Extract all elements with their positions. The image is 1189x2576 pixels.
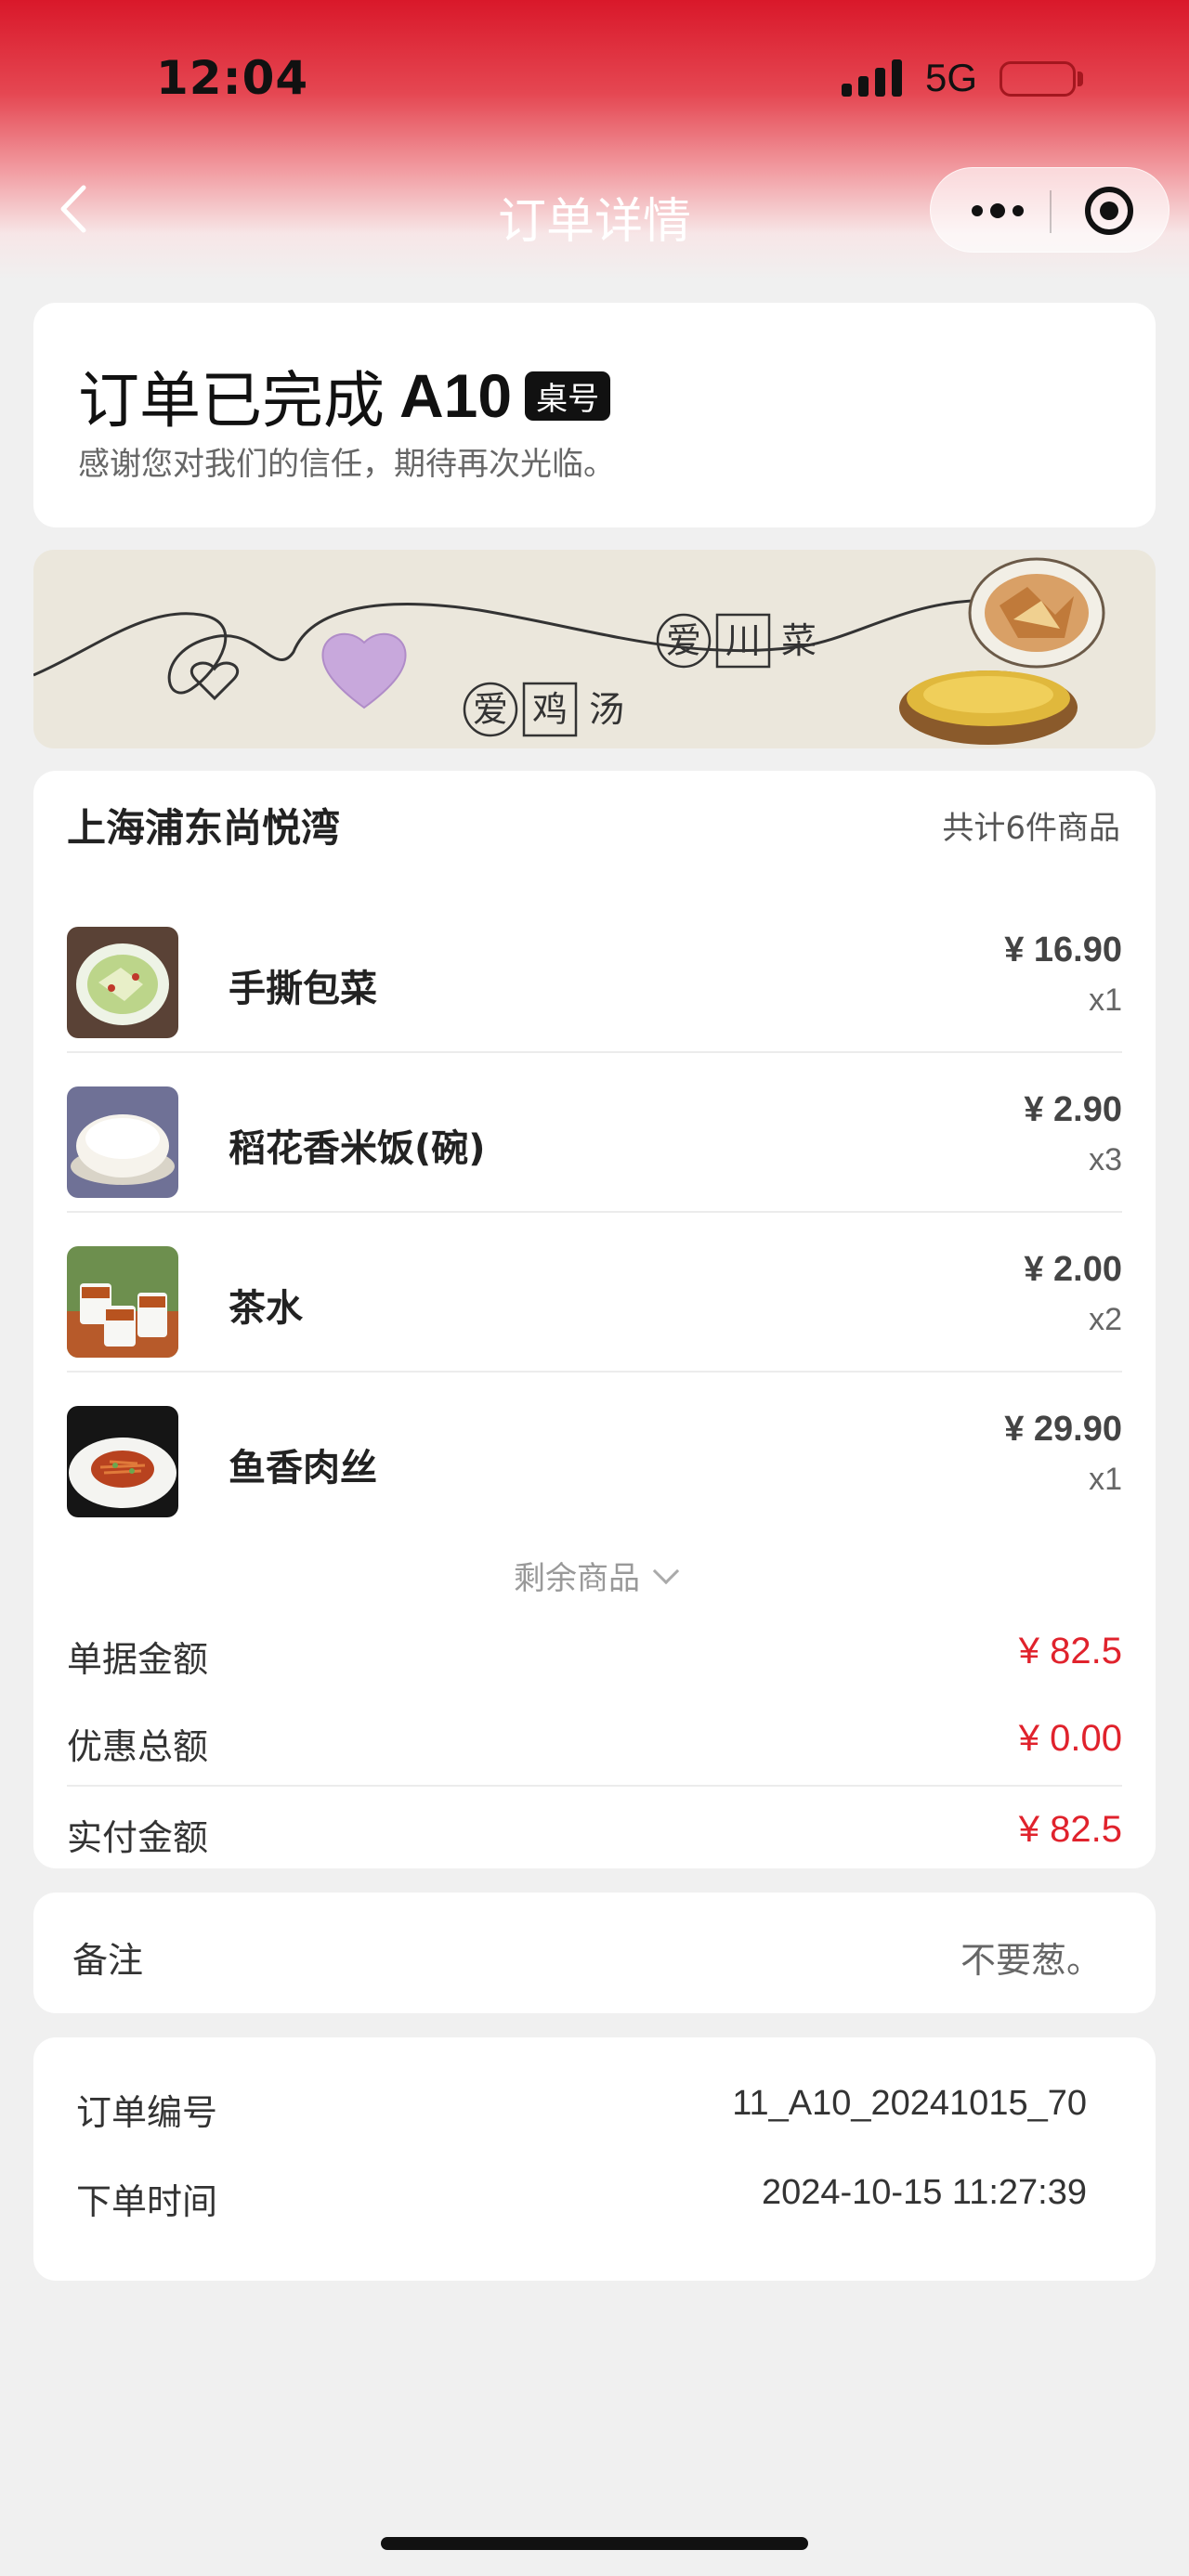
order-time-row: 下单时间 2024-10-15 11:27:39 xyxy=(76,2145,1131,2222)
summary-label: 优惠总额 xyxy=(67,1726,209,1767)
banner-char: 爱 xyxy=(473,689,508,730)
summary-value: ¥ 82.5 xyxy=(1018,1809,1122,1850)
capsule-divider xyxy=(1050,190,1052,233)
store-name: 上海浦东尚悦湾 xyxy=(67,805,341,851)
item-price: ¥ 29.90 xyxy=(1004,1410,1122,1449)
summary-row-paid: 实付金额 ¥ 82.5 xyxy=(67,1789,1122,1878)
more-dots-icon[interactable] xyxy=(960,168,1035,254)
order-items-card: 上海浦东尚悦湾 共计6件商品 手撕包菜 ¥ 16.90 x1 稻花香米饭(碗) … xyxy=(33,771,1156,1868)
summary-value: ¥ 0.00 xyxy=(1018,1718,1122,1759)
dish-plate-illustration xyxy=(968,557,1105,669)
list-item[interactable]: 手撕包菜 ¥ 16.90 x1 xyxy=(67,893,1122,1053)
order-info-card: 订单编号 11_A10_20241015_70 下单时间 2024-10-15 … xyxy=(33,2037,1156,2281)
order-time-label: 下单时间 xyxy=(76,2181,218,2222)
summary-value: ¥ 82.5 xyxy=(1018,1631,1122,1672)
list-item[interactable]: 鱼香肉丝 ¥ 29.90 x1 xyxy=(67,1373,1122,1532)
list-item[interactable]: 茶水 ¥ 2.00 x2 xyxy=(67,1213,1122,1373)
heart-icon xyxy=(321,632,407,709)
order-number-label: 订单编号 xyxy=(76,2092,218,2133)
battery-icon xyxy=(1000,61,1076,97)
order-status-text: 订单已完成 xyxy=(78,365,385,436)
order-status-heading: 订单已完成 A10 桌号 xyxy=(78,351,611,440)
item-name: 稻花香米饭(碗) xyxy=(229,1127,486,1170)
chevron-down-icon xyxy=(652,1557,680,1584)
more-items-label: 剩余商品 xyxy=(514,1560,640,1597)
item-name: 茶水 xyxy=(229,1287,303,1330)
status-time: 12:04 xyxy=(156,51,309,105)
summary-row-bill: 单据金额 ¥ 82.5 xyxy=(67,1610,1122,1699)
item-quantity: x1 xyxy=(1089,982,1122,1018)
banner-char: 鸡 xyxy=(532,689,568,730)
dish-thumbnail xyxy=(67,1086,178,1198)
remark-label: 备注 xyxy=(72,1940,144,1981)
item-name: 鱼香肉丝 xyxy=(229,1447,377,1490)
item-quantity: x1 xyxy=(1089,1462,1122,1497)
banner-char: 汤 xyxy=(589,689,624,730)
order-number-row: 订单编号 11_A10_20241015_70 xyxy=(76,2056,1131,2133)
item-quantity: x2 xyxy=(1089,1302,1122,1337)
summary-row-discount: 优惠总额 ¥ 0.00 xyxy=(67,1698,1122,1787)
summary-label: 实付金额 xyxy=(67,1817,209,1858)
promo-banner[interactable]: 爱 川 菜 爱 鸡 汤 xyxy=(33,550,1156,748)
table-badge: 桌号 xyxy=(525,371,611,421)
item-count: 共计6件商品 xyxy=(942,810,1120,847)
item-quantity: x3 xyxy=(1089,1142,1122,1177)
banner-char: 川 xyxy=(725,620,761,661)
order-status-card: 订单已完成 A10 桌号 感谢您对我们的信任，期待再次光临。 xyxy=(33,303,1156,527)
target-close-icon[interactable] xyxy=(1085,187,1133,235)
item-price: ¥ 2.90 xyxy=(1024,1090,1122,1129)
dish-thumbnail xyxy=(67,927,178,1038)
remark-value: 不要葱。 xyxy=(960,1940,1102,1981)
item-price: ¥ 2.00 xyxy=(1024,1250,1122,1289)
banner-char: 菜 xyxy=(781,620,817,661)
order-status-subtitle: 感谢您对我们的信任，期待再次光临。 xyxy=(78,446,615,483)
order-number-value[interactable]: 11_A10_20241015_70 xyxy=(732,2084,1087,2124)
mini-program-capsule xyxy=(930,167,1169,253)
remark-card: 备注 不要葱。 xyxy=(33,1893,1156,2013)
order-time-value: 2024-10-15 11:27:39 xyxy=(761,2173,1087,2212)
dish-thumbnail xyxy=(67,1406,178,1517)
banner-char: 爱 xyxy=(666,620,701,661)
table-number: A10 xyxy=(399,361,513,430)
soup-bowl-illustration xyxy=(899,670,1078,745)
battery-tip xyxy=(1078,72,1083,86)
list-item[interactable]: 稻花香米饭(碗) ¥ 2.90 x3 xyxy=(67,1053,1122,1213)
more-items-toggle[interactable]: 剩余商品 xyxy=(33,1553,1156,1598)
home-indicator[interactable] xyxy=(381,2537,808,2550)
dish-thumbnail xyxy=(67,1246,178,1358)
item-name: 手撕包菜 xyxy=(229,968,377,1010)
item-price: ¥ 16.90 xyxy=(1004,930,1122,969)
network-type: 5G xyxy=(925,56,978,99)
signal-icon xyxy=(842,56,902,97)
summary-label: 单据金额 xyxy=(67,1639,209,1680)
